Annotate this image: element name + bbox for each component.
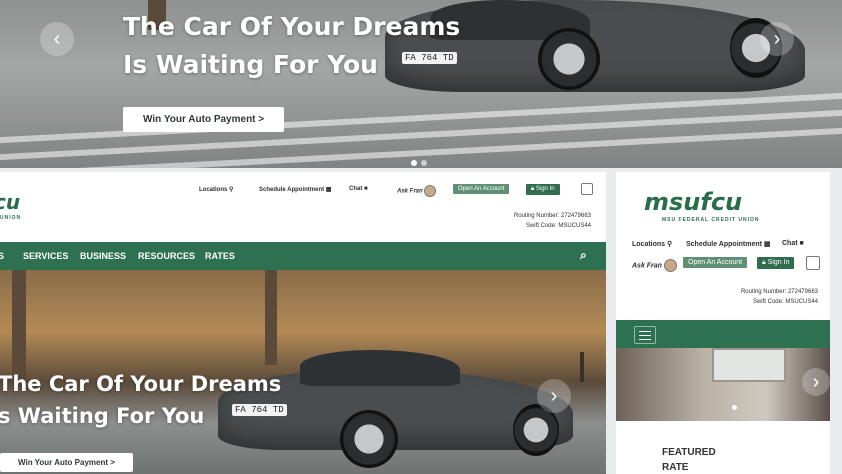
routing-number: Routing Number: 272479663 (513, 213, 591, 219)
logo[interactable]: msufcu (644, 188, 742, 216)
mobile-nav-bar (616, 320, 830, 348)
schedule-appointment-link[interactable]: Schedule Appointment ▦ (259, 186, 331, 193)
routing-info: Routing Number: 272479663 Swift Code: MS… (514, 212, 591, 231)
schedule-label: Schedule Appointment (686, 241, 762, 248)
routing-info: Routing Number: 272479663 Swift Code: MS… (741, 288, 818, 307)
featured-label: FEATURED (662, 447, 716, 458)
chat-label: Chat (349, 186, 363, 192)
ask-fran-link[interactable]: Ask Fran (632, 259, 677, 272)
hero-title-line2: s Waiting For You (0, 403, 205, 428)
lock-icon: 🔒︎ (531, 186, 535, 192)
calendar-box-icon[interactable] (806, 256, 820, 270)
map-pin-icon: ⚲ (229, 187, 234, 193)
calendar-box-icon[interactable] (581, 183, 593, 195)
ask-fran-label: Ask Fran (632, 262, 662, 270)
car-wheel (340, 410, 398, 468)
swift-code: Swift Code: MSUCUS44 (752, 298, 818, 305)
chat-link[interactable]: Chat ■ (782, 240, 804, 247)
locations-label: Locations (632, 241, 666, 248)
carousel-dot[interactable] (421, 160, 427, 166)
mobile-view: msufcu MSU FEDERAL CREDIT UNION Location… (616, 172, 830, 474)
chat-label: Chat (782, 240, 798, 247)
logo-sub: MSU FEDERAL CREDIT UNION (662, 217, 760, 223)
hero-title: The Car Of Your Dreams Is Waiting For Yo… (123, 8, 460, 83)
nav-item-rates[interactable]: RATES (205, 251, 235, 261)
tree-trunk (265, 270, 277, 365)
logo-text: msufcu (644, 188, 743, 216)
carousel-dot-active[interactable] (411, 160, 417, 166)
open-account-button[interactable]: Open An Account (683, 257, 748, 268)
lock-icon: 🔒︎ (762, 259, 766, 266)
carousel-dot-active[interactable] (732, 405, 737, 410)
window-frame (712, 348, 786, 382)
hero-title-line2: Is Waiting For You (123, 49, 378, 79)
schedule-appointment-link[interactable]: Schedule Appointment ▦ (686, 240, 771, 248)
win-auto-payment-button[interactable]: Win Your Auto Payment > (123, 107, 285, 132)
hero-title: The Car Of Your Dreams s Waiting For You (0, 369, 281, 432)
featured-rate-heading: FEATURED RATE (662, 445, 716, 474)
bollard (580, 352, 584, 382)
sign-in-label: Sign In (767, 259, 790, 266)
sign-in-button[interactable]: 🔒︎ Sign In (526, 184, 560, 195)
arrow-left-icon[interactable]: ‹ (40, 22, 74, 56)
nav-item-services[interactable]: SERVICES (23, 251, 68, 261)
tree-trunk (12, 270, 26, 380)
car-wheel (538, 28, 600, 90)
hamburger-icon[interactable] (634, 326, 656, 344)
map-pin-icon: ⚲ (667, 241, 673, 248)
logo-fragment[interactable]: cu (0, 190, 20, 214)
locations-link[interactable]: Locations ⚲ (632, 240, 672, 248)
locations-label: Locations (199, 187, 228, 193)
car-window (300, 350, 460, 386)
search-icon[interactable]: ⌕ (580, 248, 587, 263)
desktop-view: cu UNION Locations ⚲ Schedule Appointmen… (0, 172, 606, 474)
open-account-button[interactable]: Open An Account (453, 184, 510, 194)
ask-fran-link[interactable]: Ask Fran (397, 185, 437, 197)
top-hero-banner: FA 764 TD ‹ › The Car Of Your Dreams Is … (0, 0, 842, 168)
win-auto-payment-button[interactable]: Win Your Auto Payment > (0, 453, 133, 472)
locations-link[interactable]: Locations ⚲ (199, 186, 233, 193)
swift-code: Swift Code: MSUCUS44 (525, 222, 591, 229)
arrow-right-icon[interactable]: › (802, 368, 830, 396)
schedule-label: Schedule Appointment (259, 187, 325, 193)
rate-label: RATE (662, 462, 689, 473)
hero-title-line1: The Car Of Your Dreams (123, 12, 461, 41)
nav-item-partial[interactable]: S (0, 251, 4, 261)
calendar-icon: ▦ (763, 241, 771, 248)
main-nav: S SERVICES BUSINESS RESOURCES RATES ⌕ (0, 242, 606, 270)
fran-avatar (663, 259, 677, 272)
routing-number: Routing Number: 272479663 (740, 289, 818, 295)
nav-item-resources[interactable]: RESOURCES (138, 251, 195, 261)
arrow-right-icon[interactable]: › (537, 379, 571, 413)
fran-avatar (424, 185, 437, 197)
sign-in-label: Sign In (535, 186, 555, 192)
hero-title-line1: The Car Of Your Dreams (0, 372, 282, 396)
logo-sub-fragment: UNION (0, 215, 22, 221)
chat-bubble-icon: ■ (364, 186, 368, 192)
chat-link[interactable]: Chat ■ (349, 186, 368, 192)
sign-in-button[interactable]: 🔒︎ Sign In (757, 257, 795, 269)
arrow-right-icon[interactable]: › (760, 22, 794, 56)
calendar-icon: ▦ (325, 187, 332, 193)
nav-item-business[interactable]: BUSINESS (80, 251, 126, 261)
ask-fran-label: Ask Fran (397, 188, 423, 195)
chat-bubble-icon: ■ (799, 240, 804, 247)
